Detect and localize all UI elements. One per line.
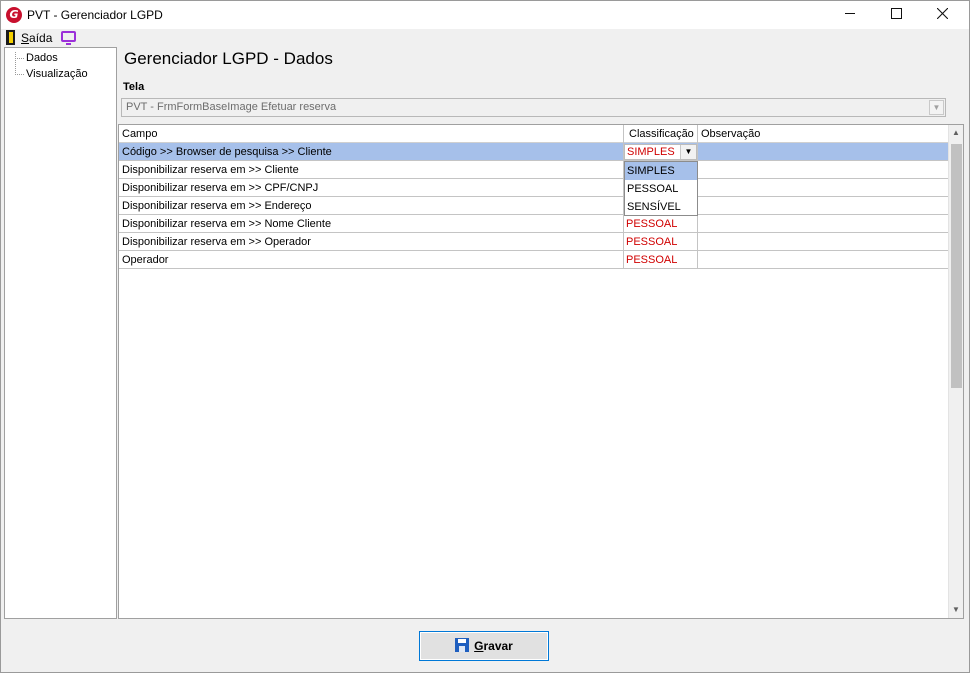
table-row[interactable]: Código >> Browser de pesquisa >> Cliente… [119, 143, 948, 161]
column-header-observacao[interactable]: Observação [701, 128, 760, 140]
cell-campo: Disponibilizar reserva em >> Endereço [122, 200, 312, 212]
classificacao-select-value: SIMPLES [627, 146, 675, 158]
app-logo-icon: G [6, 7, 22, 23]
main-window: G PVT - Gerenciador LGPD Saída Dados Vis… [0, 0, 970, 673]
dropdown-option-pessoal[interactable]: PESSOAL [625, 180, 697, 198]
table-row[interactable]: Disponibilizar reserva em >> CPF/CNPJ [119, 179, 948, 197]
cell-campo: Disponibilizar reserva em >> Operador [122, 236, 311, 248]
tela-select[interactable]: PVT - FrmFormBaseImage Efetuar reserva ▼ [121, 98, 946, 117]
table-row[interactable]: Operador PESSOAL [119, 251, 948, 269]
table-row[interactable]: Disponibilizar reserva em >> Operador PE… [119, 233, 948, 251]
chevron-down-icon[interactable]: ▼ [929, 100, 944, 115]
table-row[interactable]: Disponibilizar reserva em >> Nome Client… [119, 215, 948, 233]
minimize-icon[interactable] [827, 1, 873, 29]
menu-saida-mnemonic: S [21, 31, 30, 45]
cell-campo: Disponibilizar reserva em >> Cliente [122, 164, 299, 176]
tree-connector [15, 74, 24, 75]
scroll-thumb[interactable] [951, 144, 962, 388]
maximize-icon[interactable] [873, 1, 919, 29]
chevron-down-icon[interactable]: ▼ [680, 145, 696, 159]
scroll-down-icon[interactable]: ▼ [949, 602, 963, 618]
cell-classificacao[interactable]: PESSOAL [626, 254, 677, 266]
table-row[interactable]: Disponibilizar reserva em >> Endereço [119, 197, 948, 215]
classificacao-dropdown: SIMPLES PESSOAL SENSÍVEL [624, 161, 698, 216]
grid-header: Campo Classificação Observação [119, 125, 948, 143]
close-icon[interactable] [919, 1, 965, 29]
cell-campo: Operador [122, 254, 169, 266]
tree-item-visualizacao[interactable]: Visualização [26, 68, 88, 80]
save-floppy-icon [455, 638, 470, 652]
monitor-icon[interactable] [61, 31, 76, 45]
gravar-button[interactable]: Gravar [419, 631, 549, 661]
column-header-classificacao[interactable]: Classificação [629, 128, 694, 140]
menu-saida-label: aída [29, 31, 53, 45]
vertical-scrollbar[interactable]: ▲ ▼ [948, 125, 963, 618]
classificacao-select[interactable]: SIMPLES ▼ [624, 144, 697, 160]
title-bar[interactable]: G PVT - Gerenciador LGPD [1, 1, 969, 29]
cell-classificacao[interactable]: PESSOAL [626, 218, 677, 230]
gravar-label: ravar [483, 639, 513, 653]
cell-campo: Código >> Browser de pesquisa >> Cliente [122, 146, 332, 158]
dropdown-option-sensivel[interactable]: SENSÍVEL [625, 198, 697, 216]
table-row[interactable]: Disponibilizar reserva em >> Cliente [119, 161, 948, 179]
dropdown-option-simples[interactable]: SIMPLES [625, 162, 697, 180]
cell-campo: Disponibilizar reserva em >> CPF/CNPJ [122, 182, 319, 194]
fields-grid: Campo Classificação Observação Código >>… [118, 124, 964, 619]
tree-connector [15, 52, 16, 75]
column-header-campo[interactable]: Campo [122, 128, 157, 140]
tela-select-value: PVT - FrmFormBaseImage Efetuar reserva [126, 101, 337, 113]
menu-bar: Saída [1, 29, 969, 47]
scroll-up-icon[interactable]: ▲ [949, 125, 963, 141]
cell-campo: Disponibilizar reserva em >> Nome Client… [122, 218, 332, 230]
tela-label: Tela [123, 81, 145, 93]
page-title: Gerenciador LGPD - Dados [124, 49, 333, 68]
navigation-tree: Dados Visualização [4, 47, 117, 619]
menu-saida[interactable]: Saída [21, 31, 52, 45]
exit-door-icon[interactable] [6, 30, 15, 45]
window-title: PVT - Gerenciador LGPD [27, 8, 163, 22]
cell-classificacao[interactable]: PESSOAL [626, 236, 677, 248]
tree-item-dados[interactable]: Dados [26, 52, 58, 64]
tree-connector [15, 58, 24, 59]
